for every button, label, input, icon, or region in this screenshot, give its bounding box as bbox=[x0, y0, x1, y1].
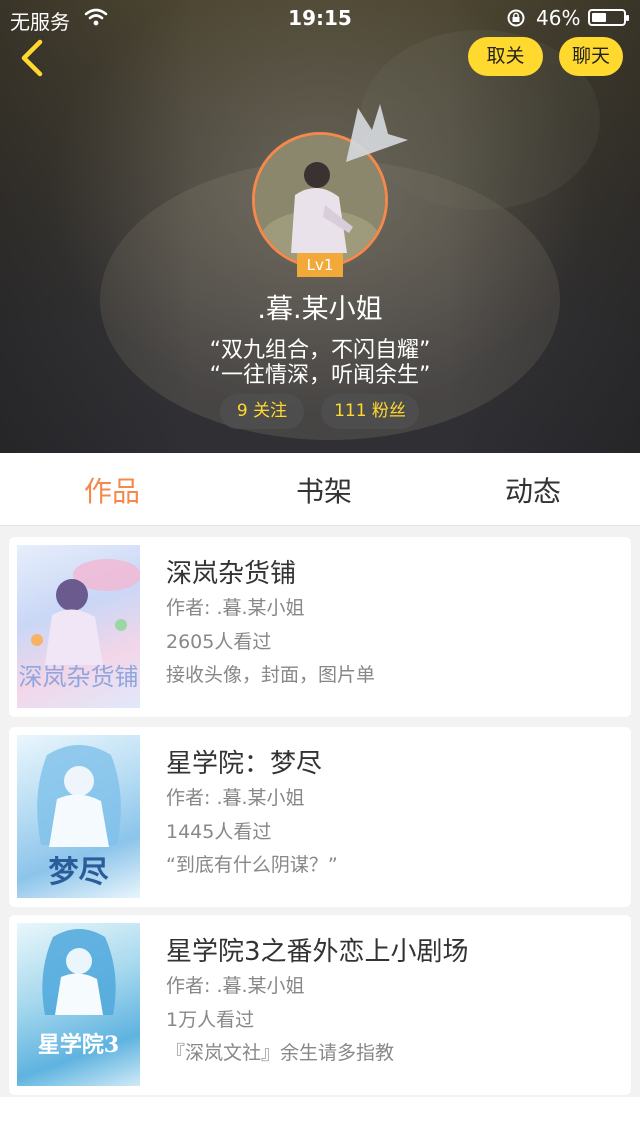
chat-button[interactable]: 聊天 bbox=[559, 37, 623, 76]
book-views: 2605人看过 bbox=[166, 631, 272, 653]
battery-icon bbox=[588, 9, 629, 26]
book-description: 接收头像，封面，图片单 bbox=[166, 664, 376, 686]
unfollow-button[interactable]: 取关 bbox=[468, 37, 543, 76]
list-footer bbox=[0, 1097, 640, 1139]
book-cover: 星学院3 bbox=[17, 923, 140, 1086]
book-title: 星学院3之番外恋上小剧场 bbox=[166, 937, 469, 967]
book-description: 『深岚文社』余生请多指教 bbox=[166, 1042, 395, 1064]
cover-title: 星学院3 bbox=[37, 1032, 120, 1058]
book-title: 星学院：梦尽 bbox=[166, 749, 323, 779]
fans-count-button[interactable]: 111 粉丝 bbox=[321, 394, 419, 429]
battery-percent: 46% bbox=[536, 6, 581, 30]
level-badge: Lv1 bbox=[297, 253, 343, 277]
back-button[interactable] bbox=[16, 38, 52, 78]
book-cover: 深岚杂货铺 bbox=[17, 545, 140, 708]
cover-illustration bbox=[42, 929, 116, 1015]
crown-icon bbox=[346, 104, 408, 162]
book-cover: 梦尽 bbox=[17, 735, 140, 898]
following-count-button[interactable]: 9 关注 bbox=[220, 394, 304, 429]
book-author: 作者: .暮.某小姐 bbox=[166, 787, 305, 809]
book-author: 作者: .暮.某小姐 bbox=[166, 975, 305, 997]
tab-bookshelf[interactable]: 书架 bbox=[296, 470, 352, 510]
chevron-left-icon bbox=[21, 39, 43, 77]
cover-title: 梦尽 bbox=[48, 855, 109, 890]
book-card[interactable]: 深岚杂货铺 深岚杂货铺 作者: .暮.某小姐 2605人看过 接收头像，封面，图… bbox=[9, 537, 631, 717]
cover-title: 深岚杂货铺 bbox=[18, 663, 139, 691]
book-description: “到底有什么阴谋？” bbox=[166, 854, 338, 876]
book-card[interactable]: 梦尽 星学院：梦尽 作者: .暮.某小姐 1445人看过 “到底有什么阴谋？” bbox=[9, 727, 631, 907]
tab-feed[interactable]: 动态 bbox=[505, 470, 561, 510]
book-author: 作者: .暮.某小姐 bbox=[166, 597, 305, 619]
book-title: 深岚杂货铺 bbox=[166, 559, 297, 589]
tab-bar: 作品 书架 动态 bbox=[0, 453, 640, 526]
username: .暮.某小姐 bbox=[257, 294, 383, 325]
bio-line: “一往情深，听闻余生” bbox=[209, 363, 431, 388]
tab-works[interactable]: 作品 bbox=[84, 470, 140, 510]
rotation-lock-icon bbox=[507, 9, 525, 27]
battery-fill bbox=[592, 13, 606, 22]
book-views: 1445人看过 bbox=[166, 821, 272, 843]
book-card[interactable]: 星学院3 星学院3之番外恋上小剧场 作者: .暮.某小姐 1万人看过 『深岚文社… bbox=[9, 915, 631, 1095]
book-views: 1万人看过 bbox=[166, 1009, 255, 1031]
status-bar: 无服务 19:15 46% bbox=[0, 0, 640, 36]
